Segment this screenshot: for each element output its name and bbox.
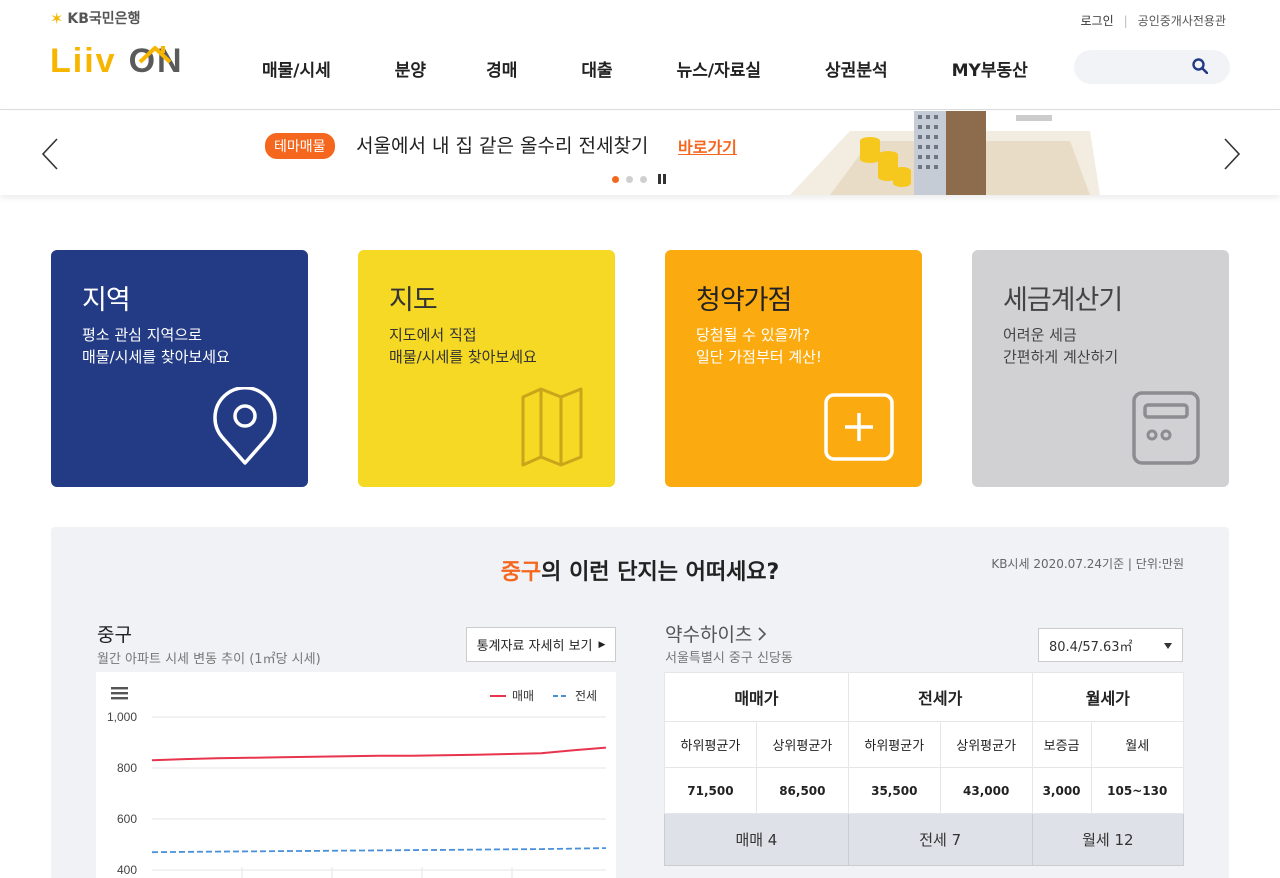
price-trend-chart: 1,000 800 600 400 매매 전세 — [96, 672, 616, 878]
slide-dot-1[interactable] — [612, 175, 619, 183]
price-cell: 86,500 — [755, 767, 849, 814]
series-line-1 — [151, 746, 607, 762]
plus-square-icon — [824, 393, 894, 461]
subhead-cell: 월세 — [1090, 721, 1185, 768]
series-line-2 — [151, 847, 607, 854]
area-select-value: 80.4/57.63㎡ — [1049, 639, 1133, 655]
stats-detail-button[interactable]: 통계자료 자세히 보기 ▶ — [466, 627, 616, 662]
listing-count-sale[interactable]: 매매 4 — [664, 813, 849, 866]
chevron-right-icon[interactable] — [1222, 137, 1242, 171]
subhead-cell: 보증금 — [1031, 721, 1092, 768]
nav-item-loan[interactable]: 대출 — [581, 56, 612, 81]
legend-label-2: 전세 — [575, 689, 597, 703]
nav-item-auction[interactable]: 경매 — [486, 56, 517, 81]
card-map[interactable]: 지도 지도에서 직접 매물/시세를 찾아보세요 — [358, 250, 615, 487]
card-desc: 당첨될 수 있을까? 일단 가점부터 계산! — [696, 326, 822, 366]
menu-icon — [111, 692, 128, 695]
folded-map-icon — [521, 387, 583, 467]
chevron-down-icon — [1164, 643, 1172, 649]
y-tick-label: 600 — [117, 812, 137, 826]
nav-item-news[interactable]: 뉴스/자료실 — [677, 56, 761, 81]
group-header-monthly: 월세가 — [1031, 672, 1185, 722]
price-table: 매매가 전세가 월세가 하위평균가 상위평균가 하위평균가 상위평균가 보증금 … — [664, 672, 1185, 866]
house-roof-icon — [138, 46, 172, 64]
apartment-address: 서울특별시 중구 신당동 — [665, 651, 793, 666]
card-title: 청약가점 — [696, 285, 792, 316]
search-input[interactable] — [1074, 50, 1230, 84]
apartment-name[interactable]: 약수하이츠 — [665, 620, 768, 647]
stats-detail-label: 통계자료 자세히 보기 — [476, 639, 593, 654]
apartment-illustration — [790, 111, 1100, 195]
group-header-jeonse: 전세가 — [847, 672, 1033, 722]
slide-indicator — [612, 174, 666, 184]
kb-star-icon: ✶ — [50, 8, 64, 28]
card-tax-calculator[interactable]: 세금계산기 어려운 세금 간편하게 계산하기 — [972, 250, 1229, 487]
banner-badge: 테마매물 — [265, 133, 335, 159]
recommend-section: 중구의 이런 단지는 어떠세요? KB시세 2020.07.24기준 | 단위:… — [51, 527, 1229, 878]
main-nav: 매물/시세 분양 경매 대출 뉴스/자료실 상권분석 MY부동산 — [262, 56, 1028, 81]
card-region[interactable]: 지역 평소 관심 지역으로 매물/시세를 찾아보세요 — [51, 250, 308, 487]
nav-item-presale[interactable]: 분양 — [395, 56, 426, 81]
menu-icon — [111, 697, 128, 700]
menu-icon — [111, 687, 128, 690]
divider: | — [1123, 13, 1128, 28]
listing-count-monthly[interactable]: 월세 12 — [1031, 813, 1185, 866]
card-desc: 지도에서 직접 매물/시세를 찾아보세요 — [389, 326, 537, 366]
chevron-left-icon[interactable] — [40, 137, 60, 171]
price-cell: 105~130 — [1090, 767, 1185, 814]
legend-label-1: 매매 — [512, 689, 534, 703]
site-header: ✶ KB국민은행 Liiv ON 로그인 | 공인중개사전용관 매물/시세 분양… — [0, 0, 1280, 110]
chevron-right-icon — [758, 626, 767, 641]
login-link[interactable]: 로그인 — [1081, 12, 1114, 29]
price-cell: 35,500 — [847, 767, 941, 814]
page: ✶ KB국민은행 Liiv ON 로그인 | 공인중개사전용관 매물/시세 분양… — [0, 0, 1280, 878]
section-note: KB시세 2020.07.24기준 | 단위:만원 — [991, 557, 1184, 571]
chart-svg: 1,000 800 600 400 매매 전세 — [107, 687, 607, 878]
caret-right-icon: ▶ — [598, 639, 606, 650]
subhead-cell: 상위평균가 — [755, 721, 849, 768]
banner-go-link[interactable]: 바로가기 — [678, 134, 737, 158]
calculator-icon — [1132, 391, 1200, 465]
promo-banner: 테마매물 서울에서 내 집 같은 올수리 전세찾기 바로가기 — [0, 111, 1280, 195]
subhead-cell: 상위평균가 — [939, 721, 1033, 768]
card-title: 지역 — [82, 285, 131, 316]
map-pin-icon — [213, 387, 277, 465]
banner-text: 서울에서 내 집 같은 올수리 전세찾기 — [356, 135, 649, 157]
area-select[interactable]: 80.4/57.63㎡ — [1038, 628, 1183, 662]
group-header-sale: 매매가 — [664, 672, 849, 722]
slide-dot-2[interactable] — [626, 175, 633, 183]
logo-word-liiv: Liiv — [50, 42, 117, 80]
kb-logo-text: KB국민은행 — [67, 11, 141, 27]
card-title: 지도 — [389, 285, 438, 316]
utility-links: 로그인 | 공인중개사전용관 — [1081, 12, 1227, 29]
region-name: 중구 — [97, 624, 132, 646]
pause-icon[interactable] — [658, 174, 666, 184]
listing-count-jeonse[interactable]: 전세 7 — [847, 813, 1033, 866]
search-icon[interactable] — [1192, 58, 1208, 74]
nav-item-my-realestate[interactable]: MY부동산 — [952, 56, 1028, 81]
y-tick-label: 1,000 — [107, 710, 137, 724]
y-tick-label: 800 — [117, 761, 137, 775]
y-tick-label: 400 — [117, 863, 137, 877]
price-cell: 43,000 — [939, 767, 1033, 814]
region-subtitle: 월간 아파트 시세 변동 추이 (1㎡당 시세) — [97, 652, 321, 667]
card-subscription-score[interactable]: 청약가점 당첨될 수 있을까? 일단 가점부터 계산! — [665, 250, 922, 487]
price-cell: 3,000 — [1031, 767, 1092, 814]
card-title: 세금계산기 — [1003, 285, 1123, 316]
kb-bank-logo[interactable]: ✶ KB국민은행 — [50, 8, 140, 28]
slide-dot-3[interactable] — [640, 175, 647, 183]
card-desc: 어려운 세금 간편하게 계산하기 — [1003, 326, 1119, 366]
broker-link[interactable]: 공인중개사전용관 — [1138, 12, 1226, 29]
nav-item-listings[interactable]: 매물/시세 — [262, 56, 331, 81]
nav-item-commercial[interactable]: 상권분석 — [825, 56, 888, 81]
price-cell: 71,500 — [664, 767, 757, 814]
subhead-cell: 하위평균가 — [847, 721, 941, 768]
subhead-cell: 하위평균가 — [664, 721, 757, 768]
card-desc: 평소 관심 지역으로 매물/시세를 찾아보세요 — [82, 326, 230, 366]
